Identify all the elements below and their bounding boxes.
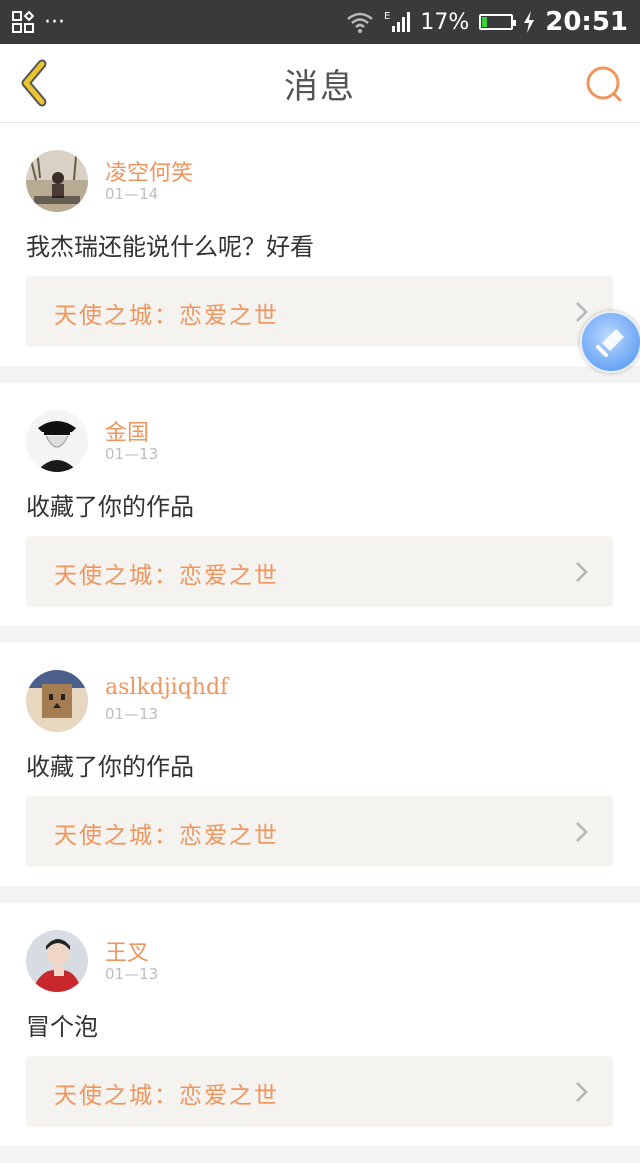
battery-percent: 17% — [420, 9, 470, 35]
notification-more: ··· — [44, 9, 65, 35]
clock: 20:51 — [545, 7, 628, 37]
battery-fill — [482, 17, 488, 27]
message-date: 01—13 — [105, 705, 159, 723]
floating-assist-button[interactable] — [580, 311, 640, 373]
message-item: 王叉 01—13 冒个泡 天使之城：恋爱之世 — [0, 903, 640, 1146]
signal-icon — [392, 12, 411, 32]
work-link[interactable]: 天使之城：恋爱之世 — [26, 1056, 613, 1127]
work-title: 天使之城：恋爱之世 — [54, 823, 279, 849]
username[interactable]: 王叉 — [105, 935, 149, 967]
avatar[interactable] — [26, 670, 88, 732]
network-type: E — [384, 11, 391, 22]
work-title: 天使之城：恋爱之世 — [54, 303, 279, 329]
work-title: 天使之城：恋爱之世 — [54, 1083, 279, 1109]
status-bar-right: E 17% 20:51 — [346, 7, 628, 37]
message-item: 金国 01—13 收藏了你的作品 天使之城：恋爱之世 — [0, 383, 640, 626]
message-text: 我杰瑞还能说什么呢？好看 — [26, 233, 314, 261]
avatar[interactable] — [26, 930, 88, 992]
work-link[interactable]: 天使之城：恋爱之世 — [26, 796, 613, 867]
message-date: 01—13 — [105, 445, 159, 463]
work-link[interactable]: 天使之城：恋爱之世 — [26, 536, 613, 607]
chevron-right-icon — [576, 562, 588, 582]
battery-icon — [479, 14, 517, 30]
avatar[interactable] — [26, 410, 88, 472]
message-date: 01—14 — [105, 185, 159, 203]
top-nav-bar: 消息 — [0, 44, 640, 123]
chevron-left-icon[interactable] — [16, 58, 52, 108]
message-item: aslkdjiqhdf 01—13 收藏了你的作品 天使之城：恋爱之世 — [0, 643, 640, 886]
message-date: 01—13 — [105, 965, 159, 983]
username[interactable]: 金国 — [105, 415, 149, 447]
status-bar: ··· E 17% 20:51 — [0, 0, 640, 44]
work-title: 天使之城：恋爱之世 — [54, 563, 279, 589]
charging-icon — [524, 11, 535, 33]
message-text: 收藏了你的作品 — [26, 493, 194, 521]
search-icon[interactable] — [584, 64, 624, 104]
chevron-right-icon — [576, 1082, 588, 1102]
message-text: 收藏了你的作品 — [26, 753, 194, 781]
chevron-right-icon — [576, 822, 588, 842]
assistive-touch-icon — [596, 329, 624, 357]
username[interactable]: 凌空何笑 — [105, 155, 193, 187]
message-item: 凌空何笑 01—14 我杰瑞还能说什么呢？好看 天使之城：恋爱之世 — [0, 123, 640, 366]
status-bar-left: ··· — [12, 10, 65, 35]
page-title: 消息 — [284, 66, 356, 107]
message-text: 冒个泡 — [26, 1013, 98, 1041]
wifi-icon — [347, 12, 373, 33]
app-grid-icon — [12, 11, 34, 33]
avatar[interactable] — [26, 150, 88, 212]
cell-signal: E — [384, 11, 411, 32]
work-link[interactable]: 天使之城：恋爱之世 — [26, 276, 613, 347]
username[interactable]: aslkdjiqhdf — [105, 675, 228, 700]
message-list: 凌空何笑 01—14 我杰瑞还能说什么呢？好看 天使之城：恋爱之世 金国 01—… — [0, 123, 640, 1163]
